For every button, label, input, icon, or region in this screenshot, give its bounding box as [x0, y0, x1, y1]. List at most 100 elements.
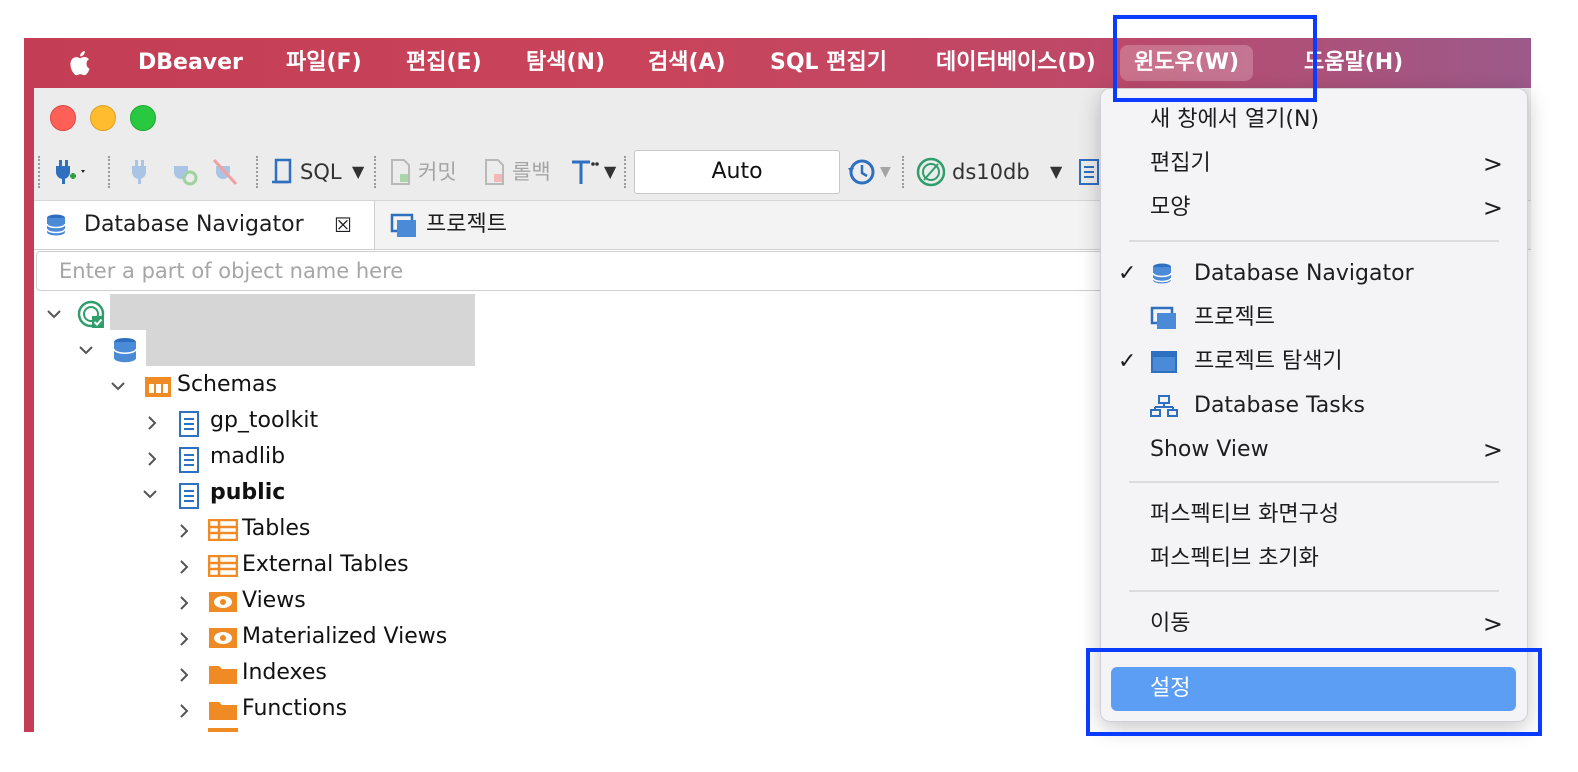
toolbar-separator [108, 156, 110, 188]
menu-item-project[interactable]: 프로젝트 [1101, 296, 1527, 340]
tab-database-navigator-label: Database Navigator [84, 212, 304, 237]
rollback-button-label[interactable]: 롤백 [512, 156, 551, 188]
submenu-arrow-icon: > [1482, 150, 1503, 178]
chevron-right-icon[interactable] [176, 657, 192, 693]
schema-icon [179, 483, 199, 509]
check-icon: ✓ [1118, 261, 1137, 286]
tree-item-functions[interactable]: Functions [242, 691, 347, 727]
minimize-window-button[interactable] [90, 105, 116, 131]
menu-item-editor[interactable]: 편집기 > [1101, 142, 1527, 186]
functions-folder-icon [209, 702, 237, 720]
menu-item-perspective-customize[interactable]: 퍼스펙티브 화면구성 [1101, 493, 1527, 537]
menu-item-label: Show View [1150, 437, 1269, 462]
menu-item-label: 새 창에서 열기(N) [1150, 107, 1320, 132]
redacted-connection-name [110, 294, 475, 330]
chevron-right-icon[interactable] [176, 585, 192, 621]
datasource-icon[interactable] [914, 156, 948, 188]
project-icon [390, 213, 416, 237]
window-menu-dropdown: 새 창에서 열기(N) 편집기 > 모양 > ✓ Database Naviga… [1100, 88, 1528, 722]
tables-icon [208, 519, 238, 541]
menu-item-label: Database Navigator [1194, 261, 1414, 286]
menu-item-show-view[interactable]: Show View > [1101, 428, 1527, 472]
close-window-button[interactable] [50, 105, 76, 131]
commit-icon[interactable] [386, 156, 414, 188]
sql-dropdown-icon[interactable]: ▼ [352, 156, 364, 188]
menu-navigate[interactable]: 탐색(N) [526, 38, 605, 88]
history-icon[interactable] [846, 156, 880, 188]
connection-icon [77, 300, 105, 328]
menu-item-label: 모양 [1150, 195, 1191, 220]
toolbar-separator [38, 156, 40, 188]
chevron-right-icon[interactable] [176, 513, 192, 549]
menu-search[interactable]: 검색(A) [648, 38, 726, 88]
chevron-down-icon[interactable] [142, 477, 158, 513]
submenu-arrow-icon: > [1482, 610, 1503, 638]
indexes-folder-icon [209, 666, 237, 684]
toolbar-separator [374, 156, 376, 188]
connect-icon[interactable] [126, 156, 154, 188]
tree-item-schema[interactable]: gp_toolkit [210, 403, 318, 439]
chevron-down-icon[interactable] [110, 369, 126, 405]
sql-editor-icon[interactable] [268, 156, 296, 188]
menu-item-navigation[interactable]: 이동 > [1101, 602, 1527, 646]
chevron-right-icon[interactable] [176, 549, 192, 585]
menu-item-database-navigator[interactable]: ✓ Database Navigator [1101, 252, 1527, 296]
menu-item-label: 편집기 [1150, 151, 1211, 176]
commit-button-label[interactable]: 커밋 [418, 156, 457, 188]
submenu-arrow-icon: > [1482, 436, 1503, 464]
history-dropdown-icon[interactable]: ▼ [880, 156, 891, 188]
menu-sql-editor[interactable]: SQL 편집기 [770, 38, 887, 88]
menu-item-appearance[interactable]: 모양 > [1101, 186, 1527, 230]
tree-item-indexes[interactable]: Indexes [242, 655, 327, 691]
datasource-dropdown-icon[interactable]: ▼ [1050, 156, 1062, 188]
external-tables-icon [208, 555, 238, 577]
tab-project[interactable]: 프로젝트 [382, 201, 582, 249]
tree-item-views[interactable]: Views [242, 583, 306, 619]
tab-project-label: 프로젝트 [426, 212, 507, 237]
chevron-down-icon[interactable] [46, 297, 62, 333]
tree-item-schemas[interactable]: Schemas [177, 367, 277, 403]
apple-icon[interactable] [66, 48, 96, 78]
chevron-right-icon[interactable] [144, 405, 160, 441]
menu-file[interactable]: 파일(F) [286, 38, 362, 88]
menu-item-label: 퍼스펙티브 화면구성 [1150, 502, 1340, 527]
menu-item-label: 프로젝트 탐색기 [1194, 349, 1343, 374]
tree-item-materialized-views[interactable]: Materialized Views [242, 619, 447, 655]
menu-edit[interactable]: 편집(E) [406, 38, 482, 88]
menu-item-new-window[interactable]: 새 창에서 열기(N) [1101, 98, 1527, 142]
app-name-menu[interactable]: DBeaver [138, 38, 243, 88]
menu-database[interactable]: 데이터베이스(D) [936, 38, 1096, 88]
sql-button-label[interactable]: SQL [300, 156, 342, 188]
menu-item-database-tasks[interactable]: Database Tasks [1101, 384, 1527, 428]
close-tab-icon[interactable]: ☒ [334, 201, 352, 249]
transaction-mode-field[interactable]: Auto [634, 150, 840, 194]
tree-item-tables[interactable]: Tables [242, 511, 310, 547]
menu-item-project-explorer[interactable]: ✓ 프로젝트 탐색기 [1101, 340, 1527, 384]
disconnect-icon[interactable] [210, 156, 240, 188]
zoom-window-button[interactable] [130, 105, 156, 131]
database-navigator-icon [46, 214, 66, 236]
submenu-arrow-icon: > [1482, 194, 1503, 222]
schema-icon [179, 447, 199, 473]
tree-item-external-tables[interactable]: External Tables [242, 547, 409, 583]
tab-database-navigator[interactable]: Database Navigator ☒ [34, 201, 375, 249]
object-search-input[interactable]: Enter a part of object name here [36, 251, 1106, 291]
new-connection-icon[interactable] [50, 156, 90, 188]
menu-item-perspective-reset[interactable]: 퍼스펙티브 초기화 [1101, 537, 1527, 581]
chevron-right-icon[interactable] [144, 441, 160, 477]
menu-help[interactable]: 도움말(H) [1304, 38, 1403, 88]
datasource-label[interactable]: ds10db [952, 156, 1030, 188]
highlight-box-window-menu [1113, 15, 1317, 102]
chevron-right-icon[interactable] [176, 621, 192, 657]
reconnect-icon[interactable] [168, 156, 200, 188]
database-navigator-icon [1152, 263, 1172, 284]
transaction-dropdown-icon[interactable]: ▼ [604, 156, 616, 188]
transaction-mode-icon[interactable] [568, 156, 604, 188]
menu-item-label: 이동 [1150, 611, 1191, 636]
chevron-right-icon[interactable] [176, 693, 192, 729]
tree-item-schema[interactable]: madlib [210, 439, 285, 475]
tree-item-schema-public[interactable]: public [210, 475, 285, 511]
chevron-down-icon[interactable] [78, 333, 94, 369]
rollback-icon[interactable] [480, 156, 508, 188]
schema-selector-icon[interactable] [1076, 156, 1102, 188]
